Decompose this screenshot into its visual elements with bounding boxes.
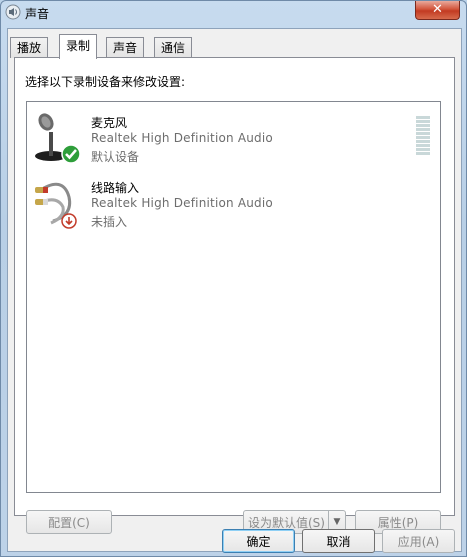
ok-button[interactable]: 确定 bbox=[222, 529, 295, 553]
device-status: 未插入 bbox=[91, 215, 128, 229]
apply-button[interactable]: 应用(A) bbox=[382, 529, 455, 553]
window-title: 声音 bbox=[25, 7, 50, 21]
recording-tab-panel: 选择以下录制设备来修改设置: 麦克风 Realtek High Definiti… bbox=[14, 57, 455, 534]
instruction-text: 选择以下录制设备来修改设置: bbox=[25, 75, 186, 89]
cancel-button[interactable]: 取消 bbox=[302, 529, 375, 553]
microphone-icon bbox=[35, 113, 81, 164]
level-meter bbox=[416, 116, 430, 158]
tab-playback[interactable]: 播放 bbox=[10, 37, 49, 58]
list-item-line-in[interactable]: 线路输入 Realtek High Definition Audio 未插入 bbox=[27, 177, 440, 237]
device-name: 线路输入 bbox=[91, 181, 140, 195]
sound-dialog-window: 声音 ✕ 播放 录制 声音 通信 选择以下录制设备来修改设置: 麦克风 Real… bbox=[0, 0, 467, 557]
tab-recording[interactable]: 录制 bbox=[59, 34, 98, 59]
recording-device-list[interactable]: 麦克风 Realtek High Definition Audio 默认设备 线… bbox=[26, 101, 441, 493]
tab-sounds[interactable]: 声音 bbox=[106, 37, 145, 58]
tab-communications[interactable]: 通信 bbox=[154, 37, 193, 58]
title-bar[interactable]: 声音 ✕ bbox=[1, 1, 466, 23]
speaker-icon bbox=[5, 4, 21, 20]
close-button[interactable]: ✕ bbox=[415, 1, 460, 20]
list-item-microphone[interactable]: 麦克风 Realtek High Definition Audio 默认设备 bbox=[27, 112, 440, 172]
device-driver: Realtek High Definition Audio bbox=[91, 196, 273, 210]
dialog-client-area: 播放 录制 声音 通信 选择以下录制设备来修改设置: 麦克风 Realtek H… bbox=[7, 28, 462, 553]
line-in-cable-icon bbox=[35, 182, 77, 229]
device-name: 麦克风 bbox=[91, 116, 128, 130]
set-default-label: 设为默认值(S) bbox=[248, 516, 325, 530]
device-status: 默认设备 bbox=[91, 150, 140, 164]
device-driver: Realtek High Definition Audio bbox=[91, 131, 273, 145]
configure-button[interactable]: 配置(C) bbox=[26, 510, 112, 534]
